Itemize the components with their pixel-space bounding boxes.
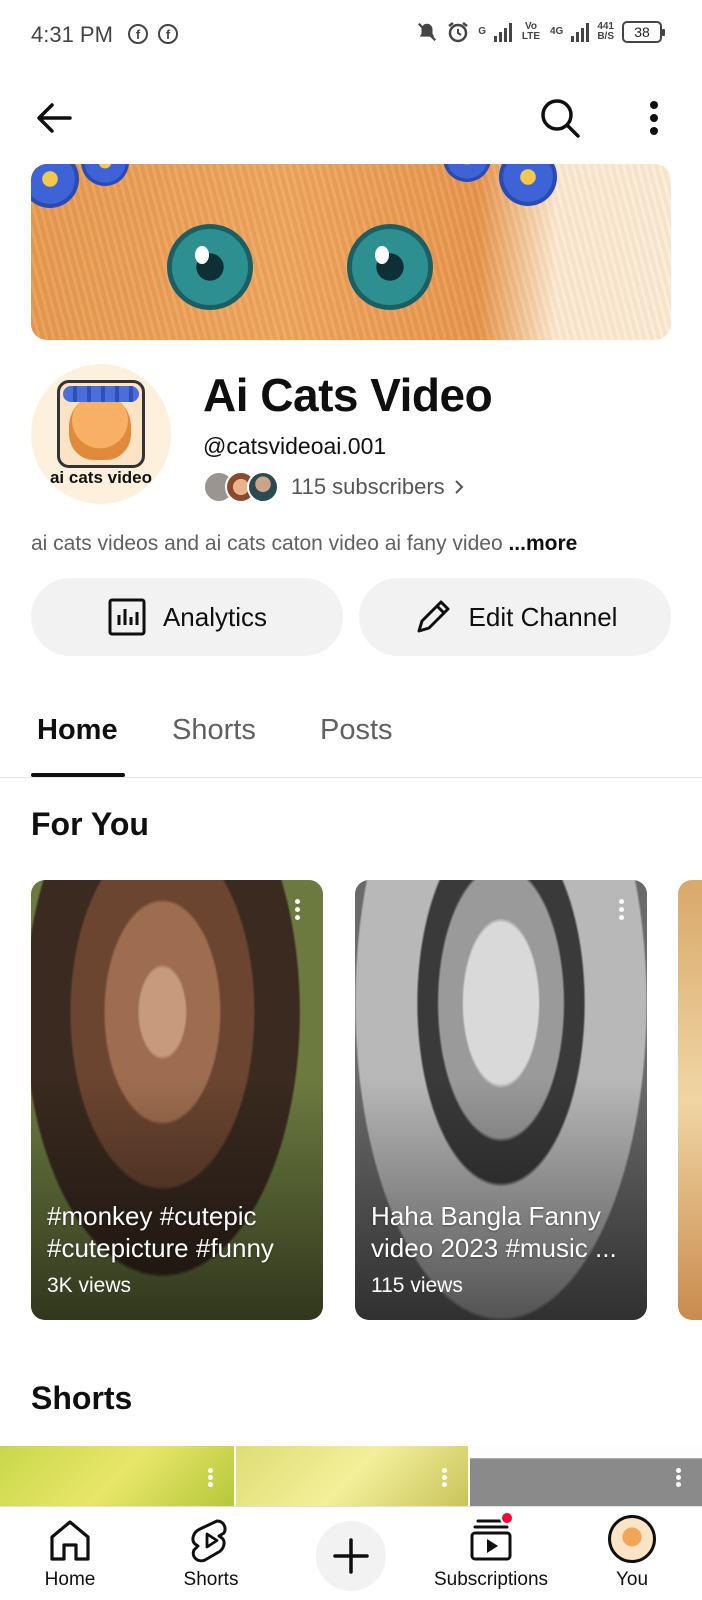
video-views: 115 views (371, 1274, 463, 1297)
subscribers-link[interactable]: 115 subscribers (203, 470, 467, 504)
nav-subscriptions[interactable]: Subscriptions (426, 1507, 556, 1600)
more-vert-icon[interactable] (611, 896, 631, 930)
channel-avatar[interactable]: ai cats video (31, 364, 171, 504)
nav-home[interactable]: Home (30, 1507, 110, 1600)
home-icon (50, 1520, 90, 1561)
more-vert-icon[interactable] (287, 896, 307, 930)
channel-banner (31, 164, 671, 340)
status-icons: G Vo LTE 4G 441 B/S 38 (416, 20, 665, 44)
analytics-button[interactable]: Analytics (31, 578, 343, 656)
video-title: Haha Bangla Fanny video 2023 #music ... (371, 1201, 617, 1263)
nav-shorts[interactable]: Shorts (171, 1507, 251, 1600)
chevron-right-icon (454, 480, 464, 494)
status-time: 4:31 PM (31, 22, 113, 47)
battery-icon: 38 (622, 21, 665, 43)
search-icon[interactable] (536, 94, 584, 142)
video-card-partial[interactable] (678, 880, 702, 1320)
short-thumbnail[interactable] (470, 1446, 702, 1506)
create-button[interactable] (316, 1521, 386, 1591)
cat-eye (347, 224, 433, 310)
channel-handle: @catsvideoai.001 (203, 433, 387, 459)
pencil-icon (417, 600, 450, 633)
net-speed: 441 B/S (597, 21, 614, 42)
edit-channel-label: Edit Channel (468, 601, 618, 632)
volte-label: Vo LTE (521, 21, 541, 42)
more-link[interactable]: ...more (508, 532, 577, 555)
analytics-label: Analytics (162, 601, 268, 632)
facebook-notification-icon: f (158, 24, 178, 44)
facebook-notification-icon: f (128, 24, 148, 44)
avatar-text: ai cats video (49, 468, 153, 487)
short-thumbnail[interactable] (0, 1446, 234, 1506)
top-app-bar (0, 80, 702, 150)
signal-icon (571, 22, 590, 42)
back-arrow-icon[interactable] (30, 94, 78, 142)
more-vert-icon[interactable] (438, 1466, 450, 1489)
analytics-icon (108, 598, 146, 636)
video-views: 3K views (47, 1274, 132, 1297)
more-vert-icon[interactable] (630, 94, 678, 142)
network-4g-label: 4G (549, 26, 564, 37)
for-you-heading: For You (31, 806, 149, 842)
tab-posts[interactable]: Posts (320, 714, 393, 747)
more-vert-icon[interactable] (204, 1466, 216, 1489)
network-type-label: G (478, 26, 486, 37)
subscriber-count: 115 subscribers (291, 474, 445, 499)
short-thumbnail[interactable] (236, 1446, 468, 1506)
more-vert-icon[interactable] (672, 1466, 684, 1489)
shorts-icon (191, 1519, 227, 1563)
video-card[interactable]: Haha Bangla Fanny video 2023 #music ... … (355, 880, 647, 1320)
cat-eye (167, 224, 253, 310)
tab-shorts[interactable]: Shorts (172, 714, 256, 747)
video-title: #monkey #cutepic #cutepicture #funny (47, 1201, 274, 1263)
channel-name: Ai Cats Video (203, 369, 493, 421)
mute-bell-icon (418, 22, 437, 42)
subscriber-avatar (247, 471, 279, 503)
active-tab-indicator (31, 773, 125, 777)
alarm-icon (448, 22, 468, 43)
notification-dot (500, 1511, 514, 1525)
signal-icon (493, 22, 512, 42)
status-bar: 4:31 PM f f G Vo LTE 4G 441 B/S 38 (0, 0, 702, 72)
bottom-navigation: Home Shorts Subscriptions You (0, 1506, 702, 1600)
video-card[interactable]: #monkey #cutepic #cutepicture #funny 3K … (31, 880, 323, 1320)
channel-tabs: Home Shorts Posts (0, 690, 702, 778)
tab-home[interactable]: Home (37, 714, 118, 747)
plus-icon (333, 1538, 369, 1574)
edit-channel-button[interactable]: Edit Channel (359, 578, 671, 656)
avatar-icon (608, 1515, 656, 1563)
nav-you[interactable]: You (592, 1507, 672, 1600)
shorts-heading: Shorts (31, 1380, 133, 1416)
channel-description[interactable]: ai cats videos and ai cats caton video a… (31, 532, 577, 556)
